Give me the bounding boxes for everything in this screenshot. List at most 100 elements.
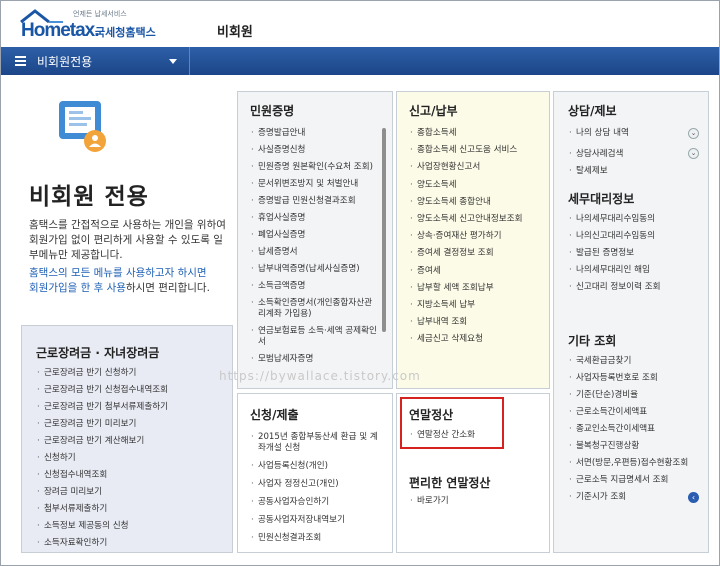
chevron-down-icon[interactable]: ⌄ bbox=[688, 148, 699, 159]
panel-title-minwon: 민원증명 bbox=[250, 104, 295, 118]
hometax-logo[interactable]: 언제든 납세서비스 Hometax. 국세청홈택스 bbox=[15, 9, 165, 43]
document-user-icon bbox=[59, 101, 106, 152]
menu-item[interactable]: 나의 상담 내역 bbox=[568, 128, 698, 139]
menu-item[interactable]: 증명발급안내 bbox=[250, 128, 378, 139]
menu-item[interactable]: 신청하기 bbox=[36, 453, 216, 464]
menu-item[interactable]: 양도소득세 종합안내 bbox=[409, 197, 537, 208]
panel-title-sangdam: 상담/제보 bbox=[568, 104, 617, 118]
panel-title-geullo: 근로장려금 · 자녀장려금 bbox=[36, 346, 160, 360]
page-title: 비회원 bbox=[217, 25, 253, 40]
panel-title-semu: 세무대리정보 bbox=[568, 192, 635, 206]
menu-item[interactable]: 증여세 결정정보 조회 bbox=[409, 248, 537, 259]
menu-item[interactable]: 탈세제보 bbox=[568, 166, 698, 177]
menu-item[interactable]: 불복청구진행상황 bbox=[568, 441, 706, 452]
watermark: https://bywallace.tistory.com bbox=[219, 369, 421, 383]
geullo-list: 근로장려금 반기 신청하기 근로장려금 반기 신청접수내역조회 근로장려금 반기… bbox=[36, 368, 216, 549]
menu-item[interactable]: 장려금 미리보기 bbox=[36, 487, 216, 498]
menu-item[interactable]: 근로장려금 반기 첨부서류제출하기 bbox=[36, 402, 216, 413]
highlight-box bbox=[400, 397, 504, 449]
sangdam-list: 나의 상담 내역 상담사례검색 탈세제보 bbox=[568, 128, 698, 177]
logo-wordmark: Hometax. bbox=[21, 20, 100, 41]
menu-item[interactable]: 2015년 종합부동산세 환급 및 계좌개설 신청 bbox=[250, 432, 384, 454]
menu-item[interactable]: 소득정보 제공동의 신청 bbox=[36, 521, 216, 532]
menu-item[interactable]: 증명발급 민원신청결과조회 bbox=[250, 196, 378, 207]
panel-right-column: 상담/제보 나의 상담 내역 상담사례검색 탈세제보 ⌄ ⌄ 세무대리정보 나의… bbox=[553, 91, 709, 553]
menu-item[interactable]: 민원신청결과조회 bbox=[250, 533, 384, 544]
hamburger-menu-icon[interactable] bbox=[15, 56, 26, 66]
menu-item[interactable]: 납세증명서 bbox=[250, 247, 378, 258]
logo-subtitle: 국세청홈택스 bbox=[95, 26, 156, 39]
panel-title-sincheong: 신청/제출 bbox=[250, 408, 299, 422]
menu-item[interactable]: 근로장려금 반기 미리보기 bbox=[36, 419, 216, 430]
menu-item[interactable]: 민원증명 원본확인(수요처 조회) bbox=[250, 162, 378, 173]
signup-note-line1: 홈택스의 모든 메뉴를 사용하고자 하시면 bbox=[29, 267, 207, 279]
nav-menu-label[interactable]: 비회원전용 bbox=[37, 53, 92, 70]
menu-item[interactable]: 사업자등록번호로 조회 bbox=[568, 373, 706, 384]
menu-item[interactable]: 공동사업자승인하기 bbox=[250, 497, 384, 508]
menu-item[interactable]: 폐업사실증명 bbox=[250, 230, 378, 241]
menu-item[interactable]: 근로소득 지급명세서 조회 bbox=[568, 475, 706, 486]
menu-item[interactable]: 신고대리 정보이력 조회 bbox=[568, 282, 704, 293]
menu-item[interactable]: 사업등록신청(개인) bbox=[250, 461, 384, 472]
menu-item[interactable]: 근로소득간이세액표 bbox=[568, 407, 706, 418]
menu-item[interactable]: 지방소득세 납부 bbox=[409, 300, 537, 311]
intro-title: 비회원 전용 bbox=[29, 184, 149, 210]
menu-item[interactable]: 신청접수내역조회 bbox=[36, 470, 216, 481]
signup-link[interactable]: 회원가입을 한 후 사용 bbox=[29, 282, 126, 294]
menu-item[interactable]: 발급된 증명정보 bbox=[568, 248, 704, 259]
menu-item[interactable]: 사업자 정정신고(개인) bbox=[250, 479, 384, 490]
menu-item[interactable]: 나의세무대리인 해임 bbox=[568, 265, 704, 276]
signup-note-tail: 하시면 편리합니다. bbox=[125, 282, 210, 294]
menu-item[interactable]: 상담사례검색 bbox=[568, 149, 698, 160]
menu-item[interactable]: 납부내역 조회 bbox=[409, 317, 537, 328]
menu-item[interactable]: 소득확인증명서(개인종합자산관리계좌 가입용) bbox=[250, 298, 378, 320]
menu-item[interactable]: 국세환급금찾기 bbox=[568, 356, 706, 367]
menu-item[interactable]: 공동사업자저장내역보기 bbox=[250, 515, 384, 526]
menu-item[interactable]: 납부내역증명(납세사실증명) bbox=[250, 264, 378, 275]
nav-bar: 비회원전용 bbox=[1, 47, 719, 75]
menu-item[interactable]: 근로장려금 반기 계산해보기 bbox=[36, 436, 216, 447]
panel-title-gita: 기타 조회 bbox=[568, 334, 617, 348]
page-frame: 언제든 납세서비스 Hometax. 국세청홈택스 비회원 비회원전용 비회원 … bbox=[0, 0, 720, 566]
menu-item[interactable]: 종교인소득간이세액표 bbox=[568, 424, 706, 435]
chevron-down-icon[interactable] bbox=[169, 59, 177, 64]
menu-item[interactable]: 바로가기 bbox=[409, 496, 539, 507]
scrollbar[interactable] bbox=[382, 128, 386, 332]
menu-item[interactable]: 종합소득세 신고도움 서비스 bbox=[409, 145, 537, 156]
nav-divider bbox=[189, 47, 190, 75]
menu-item[interactable]: 납부할 세액 조회납부 bbox=[409, 283, 537, 294]
menu-item[interactable]: 연금보험료등 소득·세액 공제확인서 bbox=[250, 326, 378, 348]
menu-item[interactable]: 첨부서류제출하기 bbox=[36, 504, 216, 515]
menu-item[interactable]: 근로장려금 반기 신청하기 bbox=[36, 368, 216, 379]
site-header: 언제든 납세서비스 Hometax. 국세청홈택스 비회원 bbox=[1, 1, 719, 47]
menu-item[interactable]: 기준(단순)경비율 bbox=[568, 390, 706, 401]
menu-item[interactable]: 휴업사실증명 bbox=[250, 213, 378, 224]
menu-item[interactable]: 양도소득세 bbox=[409, 180, 537, 191]
menu-item[interactable]: 문서위변조방지 및 처벌안내 bbox=[250, 179, 378, 190]
menu-item[interactable]: 세금신고 삭제요청 bbox=[409, 334, 537, 345]
menu-item[interactable]: 근로장려금 반기 신청접수내역조회 bbox=[36, 385, 216, 396]
panel-geullo: 근로장려금 · 자녀장려금 근로장려금 반기 신청하기 근로장려금 반기 신청접… bbox=[21, 325, 233, 553]
shingo-list: 종합소득세 종합소득세 신고도움 서비스 사업장현황신고서 양도소득세 양도소득… bbox=[409, 128, 537, 345]
panel-title-shingo: 신고/납부 bbox=[409, 104, 458, 118]
menu-item[interactable]: 기준시가 조회 bbox=[568, 492, 706, 503]
menu-item[interactable]: 증여세 bbox=[409, 266, 537, 277]
menu-item[interactable]: 서면(방문,우편등)접수현황조회 bbox=[568, 458, 706, 469]
panel-title-pyeonri: 편리한 연말정산 bbox=[409, 476, 491, 490]
minwon-list: 증명발급안내 사실증명신청 민원증명 원본확인(수요처 조회) 문서위변조방지 … bbox=[250, 128, 378, 365]
panel-minwon: 민원증명 증명발급안내 사실증명신청 민원증명 원본확인(수요처 조회) 문서위… bbox=[237, 91, 393, 389]
menu-item[interactable]: 모범납세자증명 bbox=[250, 354, 378, 365]
menu-item[interactable]: 나의세무대리수임동의 bbox=[568, 214, 704, 225]
menu-item[interactable]: 소득금액증명 bbox=[250, 281, 378, 292]
panel-shingo: 신고/납부 종합소득세 종합소득세 신고도움 서비스 사업장현황신고서 양도소득… bbox=[396, 91, 550, 389]
menu-item[interactable]: 양도소득세 신고안내정보조회 bbox=[409, 214, 537, 225]
menu-item[interactable]: 사업장현황신고서 bbox=[409, 162, 537, 173]
menu-item[interactable]: 종합소득세 bbox=[409, 128, 537, 139]
chevron-down-icon[interactable]: ⌄ bbox=[688, 128, 699, 139]
menu-item[interactable]: 소득자료확인하기 bbox=[36, 538, 216, 549]
menu-item[interactable]: 나의신고대리수임동의 bbox=[568, 231, 704, 242]
semu-list: 나의세무대리수임동의 나의신고대리수임동의 발급된 증명정보 나의세무대리인 해… bbox=[568, 214, 704, 293]
menu-item[interactable]: 사실증명신청 bbox=[250, 145, 378, 156]
scroll-down-icon[interactable]: ‹ bbox=[688, 492, 699, 503]
menu-item[interactable]: 상속·증여재산 평가하기 bbox=[409, 231, 537, 242]
